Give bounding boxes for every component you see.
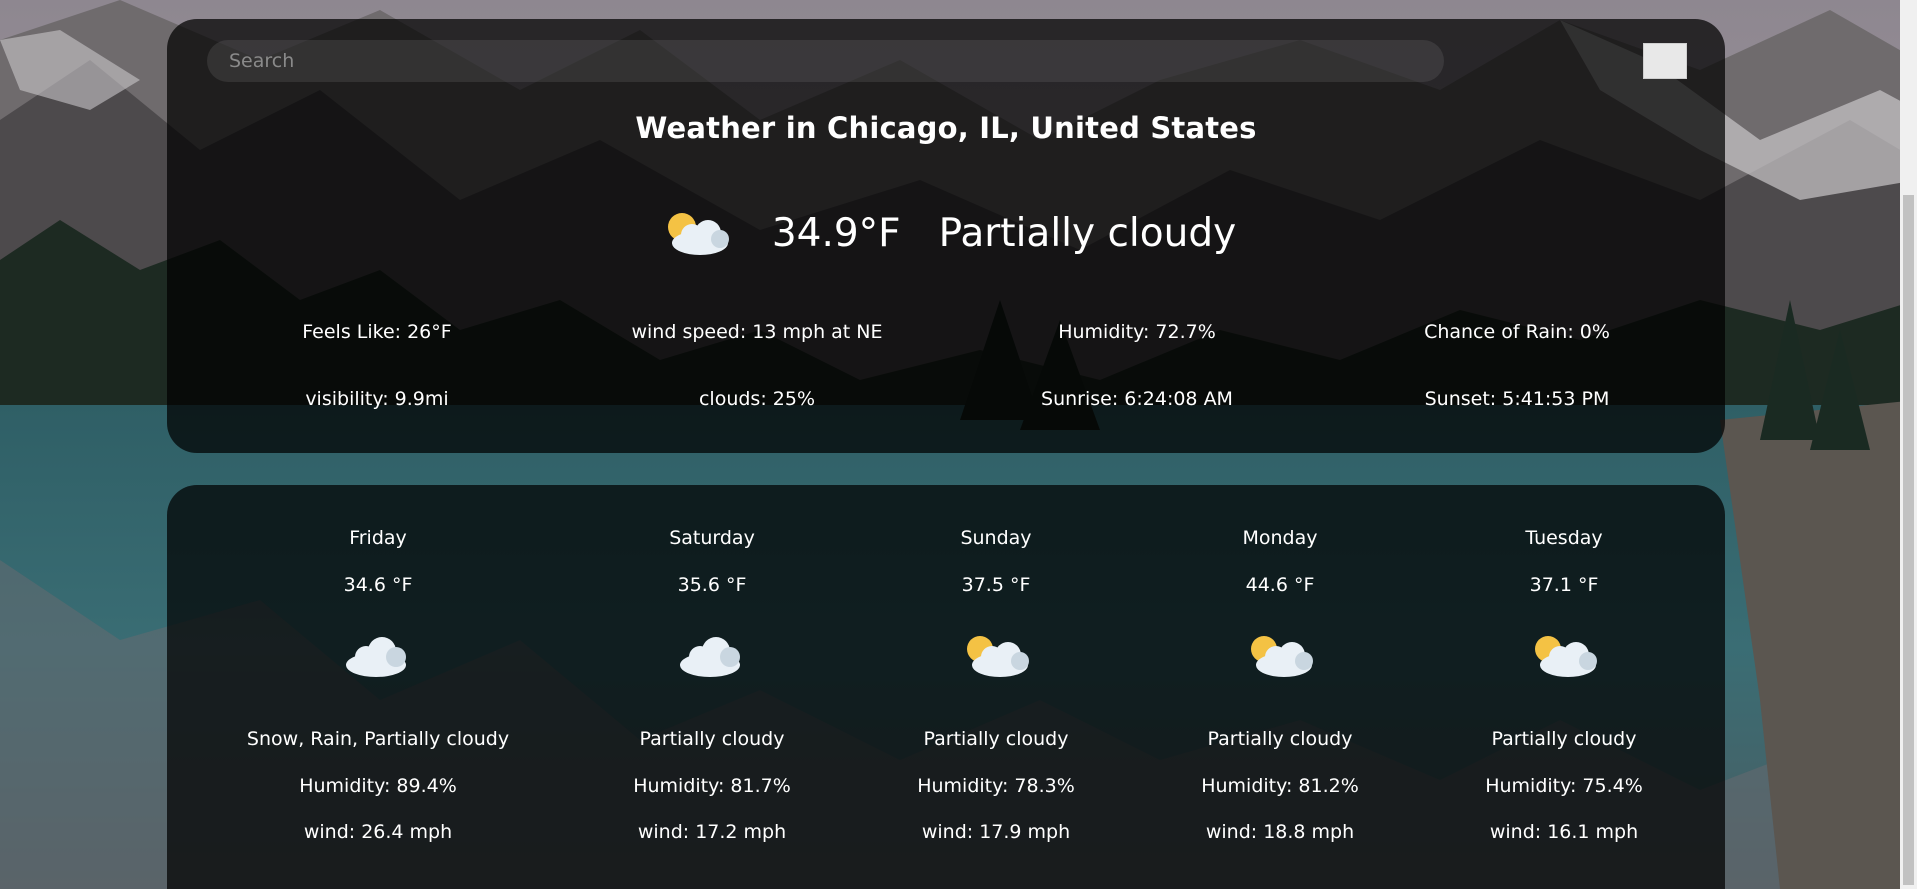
search-input[interactable] bbox=[207, 40, 1444, 82]
current-description: Partially cloudy bbox=[938, 210, 1237, 256]
partly-cloudy-day-icon bbox=[667, 213, 729, 255]
forecast-card: Friday 34.6 °F Snow, Rain, Partially clo… bbox=[167, 485, 1725, 889]
forecast-day-name: Monday bbox=[1242, 527, 1318, 549]
forecast-humidity: Humidity: 78.3% bbox=[917, 775, 1075, 797]
forecast-day: Monday 44.6 °F Partially cloudy Humidity… bbox=[1130, 485, 1430, 889]
chance-of-rain-text: Chance of Rain: 0% bbox=[1424, 321, 1610, 343]
search-button[interactable] bbox=[1643, 43, 1687, 79]
forecast-day: Friday 34.6 °F Snow, Rain, Partially clo… bbox=[228, 485, 528, 889]
wind-speed-text: wind speed: 13 mph at NE bbox=[631, 321, 883, 343]
cloudy-icon bbox=[346, 637, 406, 677]
forecast-wind: wind: 17.2 mph bbox=[637, 821, 787, 843]
forecast-description: Partially cloudy bbox=[1207, 728, 1353, 750]
forecast-temperature: 37.1 °F bbox=[1529, 574, 1599, 596]
forecast-description: Snow, Rain, Partially cloudy bbox=[246, 728, 510, 750]
city-title: Weather in Chicago, IL, United States bbox=[635, 111, 1257, 145]
forecast-wind: wind: 26.4 mph bbox=[303, 821, 453, 843]
forecast-wind: wind: 17.9 mph bbox=[921, 821, 1071, 843]
partly-cloudy-day-icon bbox=[1535, 636, 1597, 677]
forecast-humidity: Humidity: 81.2% bbox=[1201, 775, 1359, 797]
visibility-text: visibility: 9.9mi bbox=[305, 388, 449, 410]
forecast-day: Sunday 37.5 °F Partially cloudy Humidity… bbox=[846, 485, 1146, 889]
forecast-humidity: Humidity: 75.4% bbox=[1485, 775, 1643, 797]
cloudy-icon bbox=[680, 637, 740, 677]
forecast-temperature: 35.6 °F bbox=[677, 574, 747, 596]
current-conditions: 34.9°F Partially cloudy bbox=[167, 203, 1725, 263]
forecast-day-name: Saturday bbox=[669, 527, 755, 549]
sunset-text: Sunset: 5:41:53 PM bbox=[1424, 388, 1610, 410]
current-weather-card: Weather in Chicago, IL, United States 34… bbox=[167, 19, 1725, 453]
feels-like-text: Feels Like: 26°F bbox=[302, 321, 452, 343]
partly-cloudy-day-icon bbox=[967, 636, 1029, 677]
forecast-temperature: 37.5 °F bbox=[961, 574, 1031, 596]
partly-cloudy-day-icon bbox=[1251, 636, 1313, 677]
forecast-day-name: Tuesday bbox=[1525, 527, 1603, 549]
clouds-text: clouds: 25% bbox=[698, 388, 816, 410]
humidity-text: Humidity: 72.7% bbox=[1058, 321, 1216, 343]
forecast-temperature: 44.6 °F bbox=[1245, 574, 1315, 596]
forecast-day: Saturday 35.6 °F Partially cloudy Humidi… bbox=[562, 485, 862, 889]
forecast-humidity: Humidity: 81.7% bbox=[633, 775, 791, 797]
forecast-day: Tuesday 37.1 °F Partially cloudy Humidit… bbox=[1414, 485, 1714, 889]
forecast-wind: wind: 18.8 mph bbox=[1205, 821, 1355, 843]
forecast-humidity: Humidity: 89.4% bbox=[299, 775, 457, 797]
scrollbar-thumb[interactable] bbox=[1903, 195, 1914, 885]
forecast-description: Partially cloudy bbox=[923, 728, 1069, 750]
forecast-description: Partially cloudy bbox=[1491, 728, 1637, 750]
forecast-day-name: Friday bbox=[349, 527, 407, 549]
forecast-day-name: Sunday bbox=[960, 527, 1032, 549]
forecast-temperature: 34.6 °F bbox=[343, 574, 413, 596]
forecast-wind: wind: 16.1 mph bbox=[1489, 821, 1639, 843]
page-scrollbar[interactable] bbox=[1900, 0, 1917, 889]
forecast-description: Partially cloudy bbox=[639, 728, 785, 750]
sunrise-text: Sunrise: 6:24:08 AM bbox=[1041, 388, 1233, 410]
current-temperature: 34.9°F bbox=[771, 210, 901, 256]
